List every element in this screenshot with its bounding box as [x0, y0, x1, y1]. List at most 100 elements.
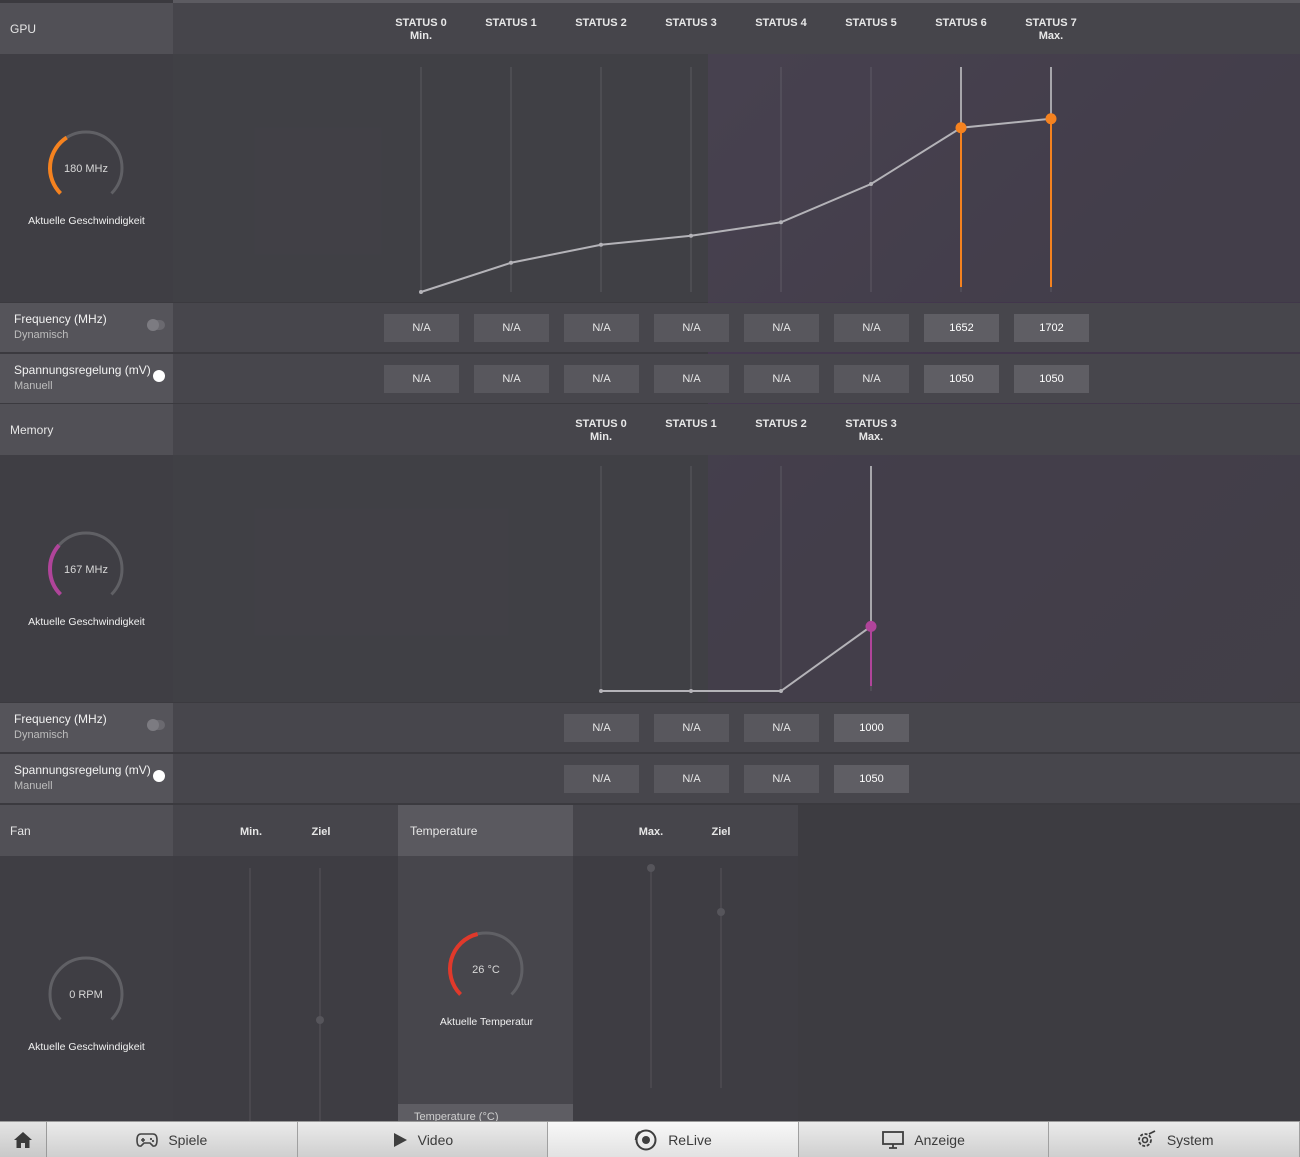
monitor-icon — [882, 1130, 905, 1149]
monitor-icon — [882, 1130, 905, 1149]
memory-state-point — [599, 689, 603, 693]
tab-label: Video — [417, 1131, 454, 1148]
bottom-navigation: Spiele Video ReLive Anzeige System — [0, 1121, 1300, 1157]
gpu-state-header: STATUS 7 Max. — [1006, 17, 1096, 43]
gpu-voltage-value-input[interactable]: N/A — [474, 365, 549, 393]
tab-spiele[interactable]: Spiele — [47, 1122, 298, 1157]
memory-frequency-row: Frequency (MHz) Dynamisch N/A N/A N/A 1000 — [0, 703, 1300, 752]
temperature-target-header: Ziel — [711, 826, 731, 838]
memory-state-header: STATUS 0 Min. — [556, 418, 646, 444]
play-icon — [393, 1132, 407, 1147]
gpu-voltage-mode: Manuell — [14, 380, 53, 392]
relive-icon — [634, 1128, 658, 1152]
gpu-state-header: STATUS 4 — [736, 17, 826, 30]
tab-label: Anzeige — [914, 1131, 965, 1148]
fan-temperature-sliders[interactable] — [0, 856, 800, 1121]
gpu-voltage-value-input[interactable]: 1050 — [924, 365, 999, 393]
gpu-state-point — [869, 182, 873, 186]
gpu-voltage-value-input[interactable]: N/A — [654, 365, 729, 393]
gpu-state-point — [955, 122, 967, 134]
memory-state-curve — [601, 625, 872, 692]
tab-anzeige[interactable]: Anzeige — [799, 1122, 1050, 1157]
gpu-frequency-value-input[interactable]: N/A — [564, 314, 639, 342]
gpu-state-header: STATUS 6 — [916, 17, 1006, 30]
gpu-section-title: GPU — [0, 3, 173, 54]
tab-label: ReLive — [668, 1131, 712, 1148]
gpu-voltage-value-input[interactable]: N/A — [384, 365, 459, 393]
memory-voltage-label: Spannungsregelung (mV) Manuell — [0, 754, 173, 803]
memory-section-title: Memory — [0, 404, 173, 455]
memory-state-name: STATUS 2 — [755, 418, 807, 430]
gpu-frequency-row: Frequency (MHz) Dynamisch N/A N/A N/A N/A N/… — [0, 303, 1300, 352]
temperature-section-title: Temperature — [398, 805, 573, 856]
memory-state-point — [865, 620, 877, 632]
gpu-frequency-value-input[interactable]: N/A — [654, 314, 729, 342]
gpu-voltage-value-input[interactable]: N/A — [564, 365, 639, 393]
gpu-state-header: STATUS 0 Min. — [376, 17, 466, 43]
memory-frequency-value-input[interactable]: 1000 — [834, 714, 909, 742]
gpu-state-name: STATUS 4 — [755, 17, 807, 29]
memory-voltage-value-input[interactable]: N/A — [564, 765, 639, 793]
gpu-state-point — [779, 220, 783, 225]
gpu-state-point — [419, 290, 423, 294]
memory-state-header: STATUS 1 — [646, 418, 736, 431]
memory-voltage-value-input[interactable]: N/A — [654, 765, 729, 793]
tab-label: Spiele — [168, 1131, 208, 1148]
toggle-knob — [153, 370, 165, 382]
memory-voltage-toggle[interactable] — [147, 770, 165, 782]
home-button[interactable] — [0, 1122, 47, 1157]
fan-target-slider-handle — [316, 1016, 324, 1024]
gpu-frequency-value-input[interactable]: N/A — [384, 314, 459, 342]
gpu-voltage-value-input[interactable]: N/A — [744, 365, 819, 393]
gpu-state-sub: Min. — [410, 30, 432, 42]
memory-state-header: STATUS 3 Max. — [826, 418, 916, 444]
play-icon — [392, 1132, 408, 1148]
gpu-frequency-value-input[interactable]: N/A — [744, 314, 819, 342]
gpu-voltage-row: Spannungsregelung (mV) Manuell N/A N/A N/A… — [0, 354, 1300, 403]
relive-icon — [634, 1129, 657, 1150]
gpu-state-point — [599, 242, 603, 247]
gpu-state-name: STATUS 3 — [665, 17, 717, 29]
toggle-knob — [147, 319, 159, 331]
gpu-frequency-value-input[interactable]: 1702 — [1014, 314, 1089, 342]
tab-video[interactable]: Video — [298, 1122, 549, 1157]
gpu-voltage-value-input[interactable]: N/A — [834, 365, 909, 393]
gpu-state-sub: Max. — [1038, 30, 1064, 42]
tab-system[interactable]: System — [1049, 1122, 1300, 1157]
memory-state-sub: Min. — [590, 431, 612, 443]
memory-frequency-value-input[interactable]: N/A — [654, 714, 729, 742]
memory-frequency-toggle[interactable] — [147, 719, 165, 731]
gpu-frequency-value-input[interactable]: N/A — [474, 314, 549, 342]
tab-relive[interactable]: ReLive — [548, 1122, 799, 1157]
gpu-frequency-value-input[interactable]: 1652 — [924, 314, 999, 342]
memory-state-header: STATUS 2 — [736, 418, 826, 431]
toggle-knob — [147, 719, 159, 731]
memory-state-point — [779, 689, 783, 693]
gear-icon — [1137, 1129, 1156, 1147]
gpu-voltage-label: Spannungsregelung (mV) Manuell — [0, 354, 173, 403]
temperature-max-header: Max. — [638, 826, 664, 838]
memory-frequency-value-input[interactable]: N/A — [744, 714, 819, 742]
gpu-state-point — [509, 260, 513, 265]
taskbar-tabs: Spiele Video ReLive Anzeige System — [47, 1122, 1300, 1157]
memory-state-curve-chart[interactable] — [0, 455, 1300, 702]
gpu-state-curve-chart[interactable] — [0, 54, 1300, 302]
memory-voltage-value-input[interactable]: 1050 — [834, 765, 909, 793]
gpu-state-point — [689, 233, 693, 238]
gpu-frequency-mode: Dynamisch — [14, 329, 69, 341]
gpu-frequency-toggle[interactable] — [147, 319, 165, 331]
gpu-voltage-toggle[interactable] — [147, 370, 165, 382]
memory-state-point — [689, 689, 693, 693]
gpu-state-name: STATUS 7 — [1025, 17, 1077, 29]
memory-voltage-value-input[interactable]: N/A — [744, 765, 819, 793]
gpu-state-curve — [420, 117, 1052, 293]
memory-state-name: STATUS 3 — [845, 418, 897, 430]
background-lower — [798, 805, 1300, 1121]
memory-frequency-value-input[interactable]: N/A — [564, 714, 639, 742]
temperature-max-slider-handle — [647, 864, 655, 872]
gpu-frequency-value-input[interactable]: N/A — [834, 314, 909, 342]
gpu-state-header: STATUS 3 — [646, 17, 736, 30]
gpu-state-name: STATUS 2 — [575, 17, 627, 29]
memory-frequency-mode: Dynamisch — [14, 729, 69, 741]
gpu-voltage-value-input[interactable]: 1050 — [1014, 365, 1089, 393]
